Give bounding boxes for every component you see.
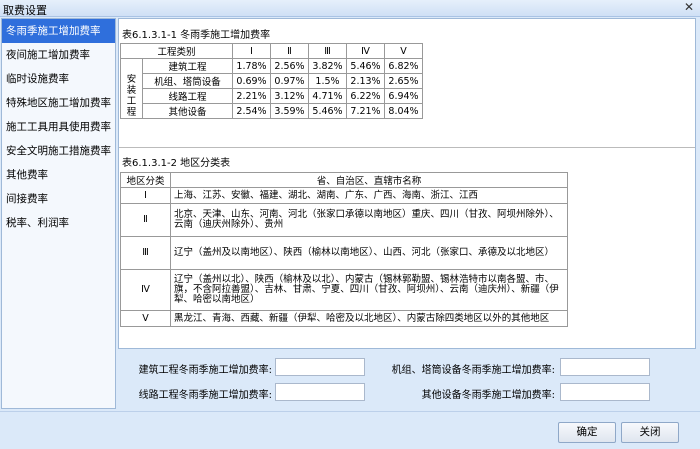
line-rate-input[interactable] xyxy=(275,383,365,401)
table-row: Ⅰ 上海、江苏、安徽、福建、湖北、湖南、广东、广西、海南、浙江、江西 xyxy=(120,187,568,204)
table-cell: Ⅱ xyxy=(120,203,171,237)
table-cell: 辽宁（盖州及以南地区）、陕西（榆林以南地区）、山西、河北（张家口、承德及以北地区… xyxy=(170,236,568,270)
table-cell: 0.97% xyxy=(270,73,309,89)
table-cell: 3.12% xyxy=(270,88,309,104)
line-rate-label: 线路工程冬雨季施工增加费率: xyxy=(138,390,272,401)
table-row: Ⅳ 辽宁（盖州以北）、陕西（榆林及以北）、内蒙古（锡林郭勒盟、锡林浩特市以南各盟… xyxy=(120,269,568,311)
ok-button[interactable]: 确定 xyxy=(558,422,616,443)
table-cell: Ⅳ xyxy=(120,269,171,311)
table-cell: 北京、天津、山东、河南、河北（张家口承德以南地区）重庆、四川（甘孜、阿坝州除外）… xyxy=(170,203,568,237)
sidebar-item-safety[interactable]: 安全文明施工措施费率 xyxy=(2,139,115,163)
table-cell: 4.71% xyxy=(308,88,347,104)
unit-rate-label: 机组、塔筒设备冬雨季施工增加费率: xyxy=(391,365,555,376)
table-cell: 2.21% xyxy=(232,88,271,104)
table-cell: 黑龙江、青海、西藏、新疆（伊犁、哈密及以北地区）、内蒙古除四类地区以外的其他地区 xyxy=(170,310,568,327)
table-cell: 线路工程 xyxy=(142,88,233,104)
table-header-cell: 地区分类 xyxy=(120,172,171,188)
table-row: 建筑工程 1.78% 2.56% 3.82% 5.46% 6.82% xyxy=(120,58,423,74)
other-rate-label: 其他设备冬雨季施工增加费率: xyxy=(421,390,555,401)
table-cell: 6.82% xyxy=(384,58,423,74)
table-header-cell: Ⅱ xyxy=(270,43,309,59)
region-table: 地区分类 省、自治区、直辖市名称 Ⅰ 上海、江苏、安徽、福建、湖北、湖南、广东、… xyxy=(120,172,568,327)
table-row: Ⅴ 黑龙江、青海、西藏、新疆（伊犁、哈密及以北地区）、内蒙古除四类地区以外的其他… xyxy=(120,310,568,327)
sidebar-item-winter-rain[interactable]: 冬雨季施工增加费率 xyxy=(2,19,115,43)
table-cell: 5.46% xyxy=(346,58,385,74)
table-cell: 2.54% xyxy=(232,103,271,119)
table-cell: 2.56% xyxy=(270,58,309,74)
table-header-cell: Ⅳ xyxy=(346,43,385,59)
table-cell: 7.21% xyxy=(346,103,385,119)
table-header-cell: Ⅰ xyxy=(232,43,271,59)
content-panel: 表6.1.3.1-1 冬雨季施工增加费率 工程类别 Ⅰ Ⅱ Ⅲ Ⅳ Ⅴ 建筑工程… xyxy=(118,18,696,349)
group-label-cell: 安装工程 xyxy=(120,73,143,119)
sidebar: 冬雨季施工增加费率 夜间施工增加费率 临时设施费率 特殊地区施工增加费率 施工工… xyxy=(1,18,116,409)
table-cell: 机组、塔筒设备 xyxy=(142,73,233,89)
table-cell: 3.82% xyxy=(308,58,347,74)
table-cell: 8.04% xyxy=(384,103,423,119)
table-cell: 5.46% xyxy=(308,103,347,119)
table-row: 安装工程 机组、塔筒设备 0.69% 0.97% 1.5% 2.13% 2.65… xyxy=(120,73,423,119)
table-cell: 6.94% xyxy=(384,88,423,104)
table-cell: 辽宁（盖州以北）、陕西（榆林及以北）、内蒙古（锡林郭勒盟、锡林浩特市以南各盟、市… xyxy=(170,269,568,311)
table-row: Ⅲ 辽宁（盖州及以南地区）、陕西（榆林以南地区）、山西、河北（张家口、承德及以北… xyxy=(120,236,568,270)
table-cell: Ⅰ xyxy=(120,187,171,204)
rate-table: 工程类别 Ⅰ Ⅱ Ⅲ Ⅳ Ⅴ 建筑工程 1.78% 2.56% 3.82% 5.… xyxy=(120,43,423,119)
table-cell: 6.22% xyxy=(346,88,385,104)
other-rate-input[interactable] xyxy=(560,383,650,401)
table-row: 工程类别 Ⅰ Ⅱ Ⅲ Ⅳ Ⅴ xyxy=(120,43,423,59)
sidebar-item-tools[interactable]: 施工工具用具使用费率 xyxy=(2,115,115,139)
close-icon[interactable]: ✕ xyxy=(684,0,694,14)
close-button[interactable]: 关闭 xyxy=(621,422,679,443)
title-bar: 取费设置 ✕ xyxy=(0,0,700,17)
table-cell: 1.5% xyxy=(308,73,347,89)
sidebar-item-night[interactable]: 夜间施工增加费率 xyxy=(2,43,115,67)
sidebar-item-special-region[interactable]: 特殊地区施工增加费率 xyxy=(2,91,115,115)
table-header-cell: 省、自治区、直辖市名称 xyxy=(170,172,568,188)
divider xyxy=(119,147,695,148)
rate-form: 建筑工程冬雨季施工增加费率: 机组、塔筒设备冬雨季施工增加费率: 线路工程冬雨季… xyxy=(118,350,696,408)
sidebar-item-temp-facility[interactable]: 临时设施费率 xyxy=(2,67,115,91)
table-cell: 2.65% xyxy=(384,73,423,89)
sidebar-item-other[interactable]: 其他费率 xyxy=(2,163,115,187)
table-cell: 1.78% xyxy=(232,58,271,74)
table-cell: 3.59% xyxy=(270,103,309,119)
table-row: 其他设备 2.54% 3.59% 5.46% 7.21% 8.04% xyxy=(121,103,423,119)
building-rate-input[interactable] xyxy=(275,358,365,376)
table-cell: 建筑工程 xyxy=(142,58,233,74)
sidebar-item-indirect[interactable]: 间接费率 xyxy=(2,187,115,211)
window-title: 取费设置 xyxy=(3,4,47,17)
table-cell: 2.13% xyxy=(346,73,385,89)
table-cell: Ⅲ xyxy=(120,236,171,270)
table-cell: 0.69% xyxy=(232,73,271,89)
rate-table-caption: 表6.1.3.1-1 冬雨季施工增加费率 xyxy=(122,30,271,41)
dialog-footer: 确定 关闭 xyxy=(0,411,700,449)
table-cell: 其他设备 xyxy=(142,103,233,119)
table-row: 线路工程 2.21% 3.12% 4.71% 6.22% 6.94% xyxy=(121,88,423,104)
table-header-cell: Ⅲ xyxy=(308,43,347,59)
building-rate-label: 建筑工程冬雨季施工增加费率: xyxy=(138,365,272,376)
table-row: Ⅱ 北京、天津、山东、河南、河北（张家口承德以南地区）重庆、四川（甘孜、阿坝州除… xyxy=(120,203,568,237)
table-header-cell: 工程类别 xyxy=(120,43,233,59)
region-table-caption: 表6.1.3.1-2 地区分类表 xyxy=(122,158,231,169)
table-header-cell: Ⅴ xyxy=(384,43,423,59)
table-cell xyxy=(120,58,143,74)
table-row: 地区分类 省、自治区、直辖市名称 xyxy=(120,172,568,188)
table-cell: 上海、江苏、安徽、福建、湖北、湖南、广东、广西、海南、浙江、江西 xyxy=(170,187,568,204)
unit-rate-input[interactable] xyxy=(560,358,650,376)
sidebar-item-tax-profit[interactable]: 税率、利润率 xyxy=(2,211,115,235)
table-cell: Ⅴ xyxy=(120,310,171,327)
